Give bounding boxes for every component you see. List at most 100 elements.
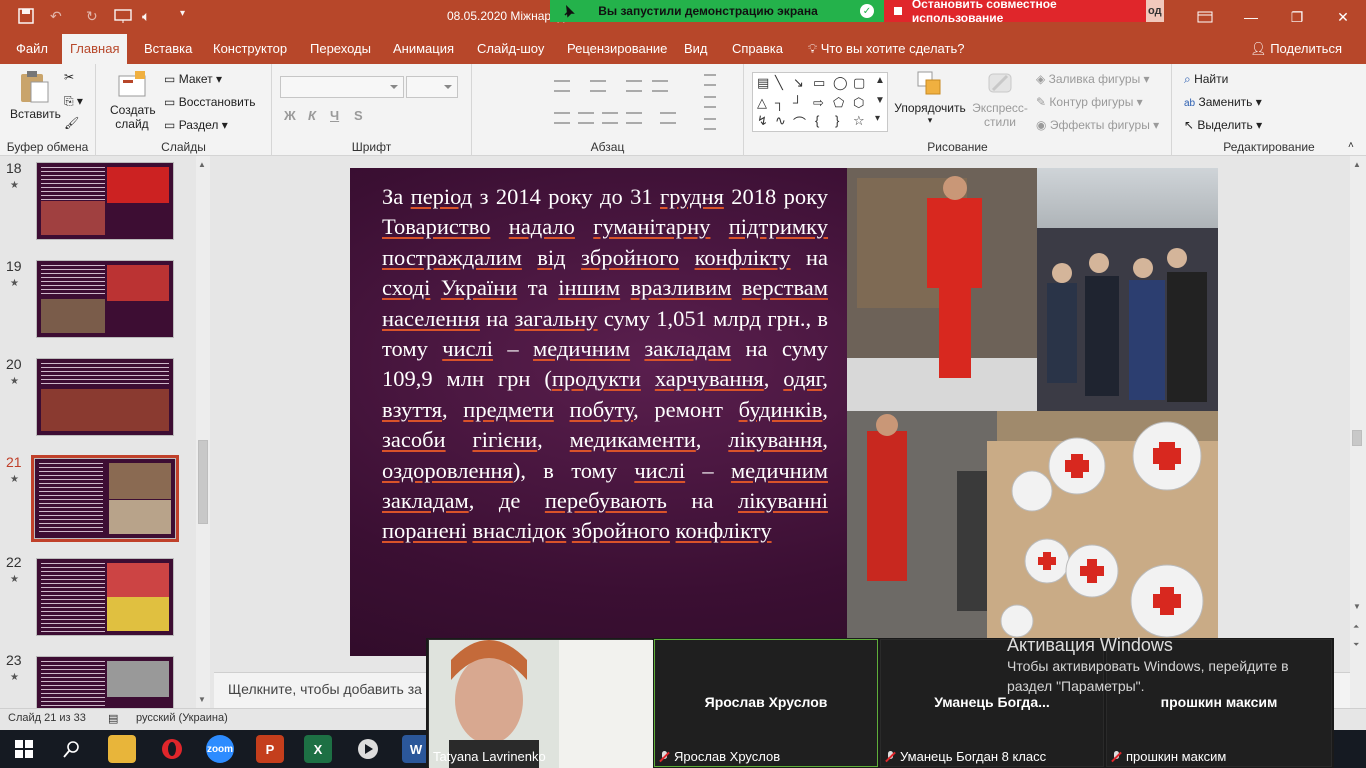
decrease-indent-icon[interactable] <box>626 80 642 92</box>
align-text-icon[interactable] <box>704 96 716 108</box>
numbering-icon[interactable] <box>590 80 606 92</box>
media-player-icon[interactable] <box>354 735 382 763</box>
gallery-more-icon[interactable]: ▾ <box>875 113 880 124</box>
right-arrow-shape-icon[interactable]: ⇨ <box>813 95 824 111</box>
close-icon[interactable]: ✕ <box>1320 0 1366 34</box>
left-brace-icon[interactable]: { <box>815 113 819 128</box>
slide-thumbnail-18[interactable] <box>36 162 174 240</box>
slide-21[interactable]: За період з 2014 року до 31 грудня 2018 … <box>350 168 1218 656</box>
scroll-down-icon[interactable]: ▼ <box>198 695 206 704</box>
bold-button[interactable]: Ж <box>284 108 296 123</box>
save-icon[interactable] <box>18 8 34 27</box>
next-slide-icon[interactable]: ⏷ <box>1353 640 1359 650</box>
shadow-button[interactable]: S <box>354 108 363 123</box>
tab-slideshow[interactable]: Слайд-шоу <box>469 34 552 64</box>
shapes-gallery[interactable]: ▤ ╲ ↘ ▭ ◯ ▢ △ ┐ ┘ ⇨ ⬠ ⬡ ↯ ∿ ⌒ { } ☆ ▲ ▼ <box>752 72 888 132</box>
rectangle-shape-icon[interactable]: ▭ <box>813 75 825 91</box>
slide-scroll-thumb[interactable] <box>1352 430 1362 446</box>
shape-outline-button[interactable]: ✎ Контур фигуры ▾ <box>1036 95 1143 109</box>
slide-thumbnail-21[interactable] <box>31 455 179 542</box>
pentagon-shape-icon[interactable]: ⬠ <box>833 95 844 111</box>
triangle-shape-icon[interactable]: △ <box>757 95 767 111</box>
increase-indent-icon[interactable] <box>652 80 668 92</box>
tab-design[interactable]: Конструктор <box>205 34 295 64</box>
language-indicator[interactable]: русский (Украина) <box>136 712 228 724</box>
zoom-icon[interactable]: zoom <box>206 735 234 763</box>
share-button[interactable]: 👤︎ Поделиться <box>1250 34 1342 64</box>
slide-thumbnail-19[interactable] <box>36 260 174 338</box>
replace-button[interactable]: ab Заменить ▾ <box>1184 95 1262 109</box>
excel-icon[interactable]: X <box>304 735 332 763</box>
layout-button[interactable]: ▭ Макет ▾ <box>164 72 222 86</box>
scroll-up-icon[interactable]: ▲ <box>198 160 206 169</box>
italic-button[interactable]: К <box>308 108 316 123</box>
cut-icon[interactable]: ✂ <box>64 70 74 84</box>
text-direction-icon[interactable] <box>704 74 716 86</box>
select-button[interactable]: ↖ Выделить ▾ <box>1184 118 1262 132</box>
tab-review[interactable]: Рецензирование <box>559 34 675 64</box>
line-shape-icon[interactable]: ╲ <box>775 75 783 91</box>
star-shape-icon[interactable]: ☆ <box>853 113 865 129</box>
elbow-arrow-icon[interactable]: ┘ <box>793 95 802 110</box>
font-size-select[interactable] <box>406 76 458 98</box>
elbow-connector-icon[interactable]: ┐ <box>775 95 784 110</box>
format-painter-icon[interactable]: 🖌︎ <box>64 116 79 130</box>
underline-button[interactable]: Ч <box>330 108 339 123</box>
find-button[interactable]: ⌕ Найти <box>1184 72 1228 87</box>
paste-button[interactable]: Вставить <box>10 70 61 121</box>
search-icon[interactable] <box>58 735 86 763</box>
align-left-icon[interactable] <box>554 112 570 124</box>
tab-insert[interactable]: Вставка <box>136 34 200 64</box>
tell-me-box[interactable]: 💡︎ Что вы хотите сделать? <box>800 34 972 64</box>
arrange-button[interactable]: Упорядочить ▾ <box>892 70 968 126</box>
gallery-up-icon[interactable]: ▲ <box>875 75 885 86</box>
restore-icon[interactable]: ❐ <box>1274 0 1320 34</box>
windows-start-icon[interactable] <box>10 735 38 763</box>
curve-shape-icon[interactable]: ∿ <box>775 113 786 129</box>
slide-body-text[interactable]: За період з 2014 року до 31 грудня 2018 … <box>382 182 828 547</box>
opera-icon[interactable] <box>158 735 186 763</box>
thumbnails-scrollbar[interactable]: ▲ ▼ <box>196 156 210 708</box>
slide-thumbnail-23[interactable] <box>36 656 174 708</box>
right-brace-icon[interactable]: } <box>835 113 839 128</box>
speaker-icon[interactable]: 🔈︎ <box>142 8 150 25</box>
video-tile-self[interactable]: Tatyana Lavrinenko <box>428 639 653 768</box>
align-center-icon[interactable] <box>578 112 594 124</box>
scroll-up-icon[interactable]: ▲ <box>1353 160 1361 169</box>
section-button[interactable]: ▭ Раздел ▾ <box>164 118 228 132</box>
slide-scrollbar[interactable]: ▲ ▼ ⏶ ⏷ <box>1350 156 1366 708</box>
slide-thumbnail-22[interactable] <box>36 558 174 636</box>
tab-transitions[interactable]: Переходы <box>302 34 379 64</box>
customize-toolbar-icon[interactable]: ▾ <box>180 8 185 19</box>
spellcheck-icon[interactable]: ▤ <box>108 712 118 725</box>
new-slide-button[interactable]: Создать слайд <box>110 70 156 131</box>
previous-slide-icon[interactable]: ⏶ <box>1353 622 1359 632</box>
file-explorer-icon[interactable] <box>108 735 136 763</box>
undo-icon[interactable]: ↶ <box>50 8 62 25</box>
columns-icon[interactable] <box>660 112 676 124</box>
shape-effects-button[interactable]: ◉ Эффекты фигуры ▾ <box>1036 118 1159 132</box>
thumbnails-scroll-thumb[interactable] <box>198 440 208 524</box>
tab-view[interactable]: Вид <box>676 34 716 64</box>
powerpoint-icon[interactable]: P <box>256 735 284 763</box>
smartart-icon[interactable] <box>704 118 716 130</box>
gallery-down-icon[interactable]: ▼ <box>875 95 885 106</box>
scroll-down-icon[interactable]: ▼ <box>1353 602 1361 611</box>
start-slideshow-icon[interactable] <box>114 8 132 27</box>
tab-animations[interactable]: Анимация <box>385 34 462 64</box>
redo-icon[interactable]: ↻ <box>86 8 98 25</box>
stop-share-button[interactable]: Остановить совместное использование од <box>884 0 1164 25</box>
justify-icon[interactable] <box>626 112 642 124</box>
bullets-icon[interactable] <box>554 80 570 92</box>
shape-fill-button[interactable]: ◈ Заливка фигуры ▾ <box>1036 72 1150 86</box>
arc-shape-icon[interactable]: ⌒ <box>793 113 806 132</box>
quick-styles-button[interactable]: Экспресс- стили <box>968 70 1032 129</box>
ribbon-display-icon[interactable] <box>1182 0 1228 34</box>
copy-icon[interactable]: ⎘ ▾ <box>64 94 83 109</box>
oval-shape-icon[interactable]: ◯ <box>833 75 848 91</box>
arrow-line-shape-icon[interactable]: ↘ <box>793 75 804 91</box>
video-tile-participant-1[interactable]: Ярослав Хруслов Ярослав Хруслов <box>654 639 878 767</box>
tab-file[interactable]: Файл <box>8 34 56 64</box>
freeform-shape-icon[interactable]: ↯ <box>757 113 768 129</box>
tab-home[interactable]: Главная <box>62 34 128 64</box>
